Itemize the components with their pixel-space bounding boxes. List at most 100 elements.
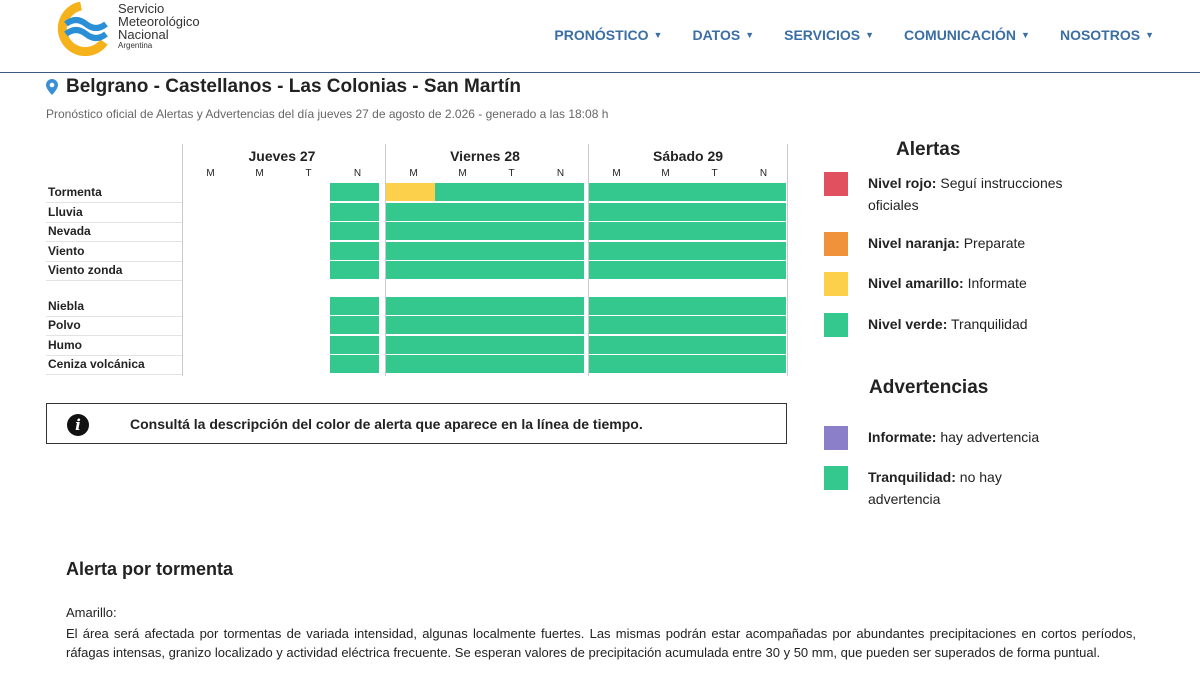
- timeline-cell: [589, 297, 786, 315]
- day-header: Viernes 28: [450, 148, 520, 164]
- timeline-cell: [386, 222, 584, 240]
- row-label: Ceniza volcánica: [48, 357, 145, 371]
- row-label: Humo: [48, 338, 82, 352]
- nav-label: COMUNICACIÓN: [904, 27, 1017, 43]
- nav-label: DATOS: [692, 27, 741, 43]
- nav-pronostico[interactable]: PRONÓSTICO ▼: [554, 27, 662, 43]
- legend-strong: Informate:: [868, 429, 937, 445]
- alertas-title: Alertas: [896, 139, 961, 160]
- day-header: Jueves 27: [248, 148, 316, 164]
- timeline-cell: [386, 316, 584, 334]
- map-pin-icon: [46, 79, 58, 95]
- timeline-cell: [589, 222, 786, 240]
- row-divider: [46, 374, 182, 375]
- timeline-cell: [330, 203, 379, 221]
- legend-strong: Nivel rojo:: [868, 175, 937, 191]
- swatch-verde: [824, 313, 848, 337]
- slot-label: M: [409, 168, 418, 179]
- slot-label: N: [556, 168, 565, 179]
- legend-desc: Preparate: [959, 235, 1026, 251]
- location-title: Belgrano - Castellanos - Las Colonias - …: [66, 76, 522, 97]
- swatch-tranquilidad: [824, 466, 848, 490]
- timeline-cell: [330, 355, 379, 373]
- timeline-cell: [435, 183, 584, 201]
- section-subtitle: Amarillo:: [66, 605, 117, 620]
- forecast-subtitle: Pronóstico oficial de Alertas y Adverten…: [46, 107, 609, 121]
- timeline-cell: [386, 242, 584, 260]
- timeline-cell: [330, 261, 379, 279]
- caret-down-icon: ▼: [865, 30, 875, 40]
- slot-label: T: [508, 168, 515, 179]
- nav-servicios[interactable]: SERVICIOS ▼: [784, 27, 874, 43]
- timeline-cell: [330, 316, 379, 334]
- day-separator: [787, 144, 788, 376]
- timeline-cell: [330, 336, 379, 354]
- legend-text: Nivel verde: Tranquilidad: [868, 313, 1088, 335]
- timeline-cell: [386, 355, 584, 373]
- swatch-naranja: [824, 232, 848, 256]
- logo-text: Servicio Meteorológico Nacional Argentin…: [118, 2, 200, 54]
- timeline-cell: [330, 222, 379, 240]
- row-divider: [46, 280, 182, 281]
- row-label: Viento: [48, 244, 85, 258]
- timeline-cell: [330, 183, 379, 201]
- timeline-cell: [386, 297, 584, 315]
- caret-down-icon: ▼: [1021, 30, 1030, 40]
- info-text: Consultá la descripción del color de ale…: [130, 416, 643, 432]
- logo-line-3: Nacional: [118, 27, 169, 42]
- legend-text: Nivel naranja: Preparate: [868, 232, 1088, 254]
- alert-timeline-grid: Jueves 27 M M T N Viernes 28 M M T N Sábado 29 M M T N…: [46, 144, 788, 376]
- swatch-informate: [824, 426, 848, 450]
- timeline-cell: [589, 336, 786, 354]
- day-separator: [182, 144, 183, 376]
- timeline-cell: [589, 203, 786, 221]
- main-nav: PRONÓSTICO ▼ DATOS ▼ SERVICIOS ▼ COMUNICACI…: [554, 27, 1154, 43]
- nav-comunicacion[interactable]: COMUNICACIÓN ▼: [904, 27, 1030, 43]
- timeline-cell: [386, 261, 584, 279]
- timeline-cell-yellow: [386, 183, 435, 201]
- nav-datos[interactable]: DATOS ▼: [692, 27, 754, 43]
- slot-label: M: [206, 168, 215, 179]
- row-label: Tormenta: [48, 185, 102, 199]
- section-body: El área será afectada por tormentas de v…: [66, 626, 1136, 660]
- slot-label: N: [759, 168, 768, 179]
- caret-down-icon: ▼: [745, 30, 755, 40]
- legend-strong: Nivel naranja:: [868, 235, 960, 251]
- row-label: Polvo: [48, 318, 81, 332]
- location-heading: Belgrano - Castellanos - Las Colonias - …: [46, 76, 521, 98]
- timeline-cell: [589, 316, 786, 334]
- timeline-cell: [386, 336, 584, 354]
- slot-label: M: [612, 168, 621, 179]
- nav-label: NOSOTROS: [1059, 27, 1141, 43]
- timeline-cell: [589, 261, 786, 279]
- swatch-rojo: [824, 172, 848, 196]
- legend-text: Nivel rojo: Seguí instrucciones oficiale…: [868, 172, 1088, 216]
- nav-label: PRONÓSTICO: [554, 27, 649, 43]
- row-label: Viento zonda: [48, 263, 123, 277]
- timeline-cell: [589, 355, 786, 373]
- row-label: Niebla: [48, 299, 85, 313]
- timeline-cell: [330, 242, 379, 260]
- section-title: Alerta por tormenta: [66, 559, 234, 579]
- slot-label: N: [353, 168, 362, 179]
- legend-strong: Nivel amarillo:: [868, 275, 964, 291]
- info-icon: i: [67, 414, 89, 436]
- legend-text: Informate: hay advertencia: [868, 426, 1088, 448]
- smn-logo-icon: [57, 2, 108, 56]
- timeline-cell: [589, 183, 786, 201]
- legend-desc: Informate: [963, 275, 1027, 291]
- slot-label: T: [305, 168, 312, 179]
- timeline-cell: [589, 242, 786, 260]
- legend-desc: hay advertencia: [936, 429, 1040, 445]
- advertencias-title: Advertencias: [869, 377, 989, 398]
- caret-down-icon: ▼: [1145, 30, 1154, 40]
- legend-text: Tranquilidad: no hay advertencia: [868, 466, 1048, 510]
- nav-label: SERVICIOS: [784, 27, 861, 43]
- row-label: Lluvia: [48, 205, 83, 219]
- slot-label: M: [255, 168, 264, 179]
- nav-nosotros[interactable]: NOSOTROS ▼: [1060, 27, 1154, 43]
- row-label: Nevada: [48, 224, 91, 238]
- slot-label: M: [661, 168, 670, 179]
- smn-logo[interactable]: Servicio Meteorológico Nacional Argentin…: [54, 2, 244, 58]
- day-header: Sábado 29: [652, 148, 724, 164]
